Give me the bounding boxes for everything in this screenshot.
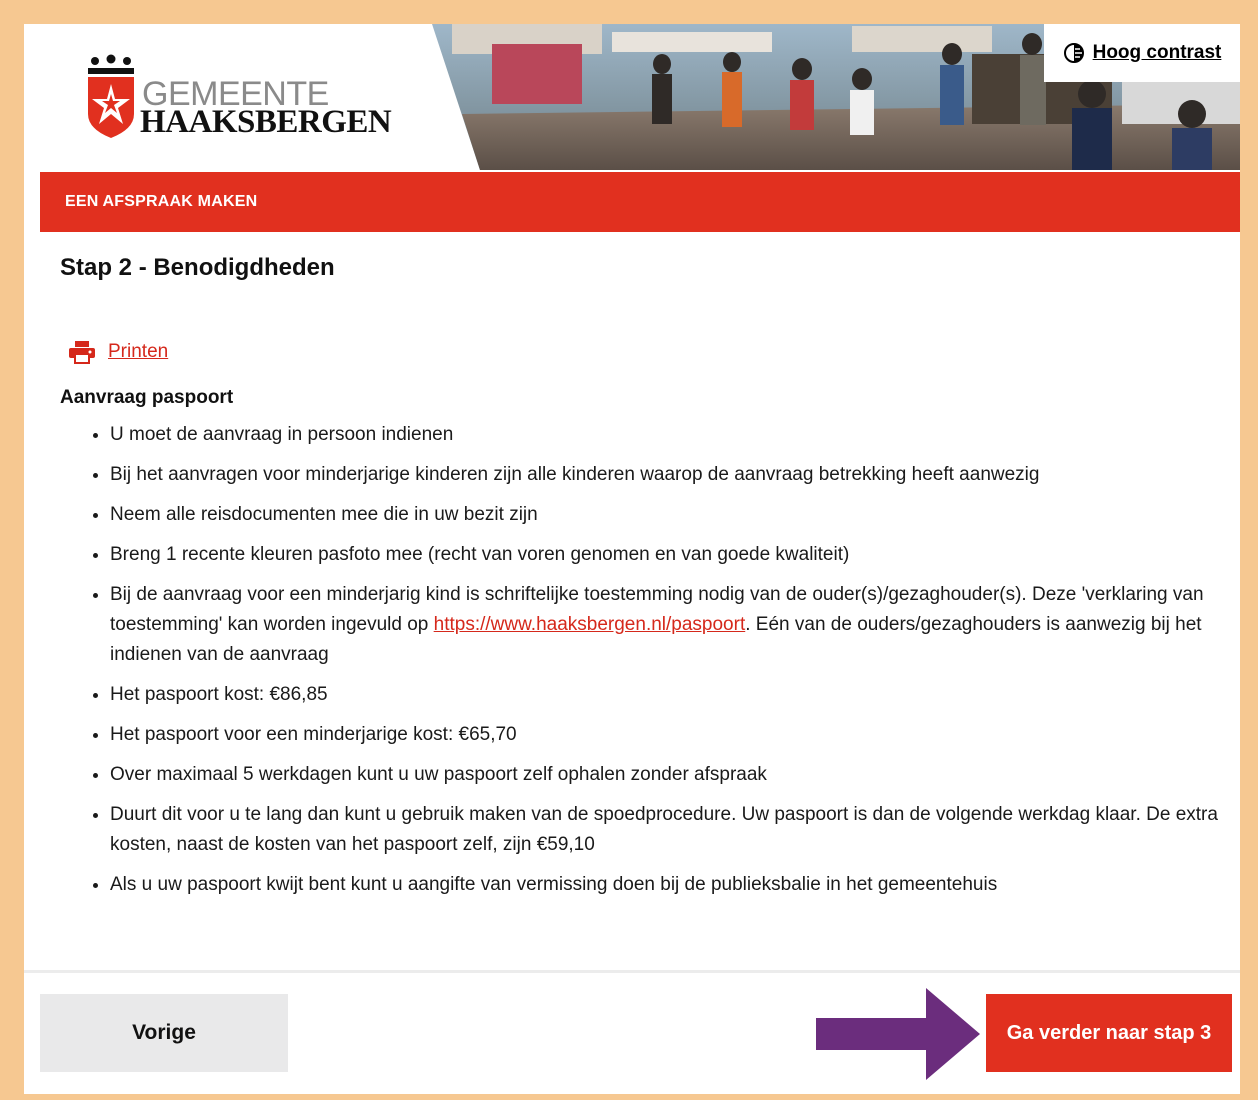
contrast-icon xyxy=(1063,43,1084,63)
list-item: Neem alle reisdocumenten mee die in uw b… xyxy=(110,500,1230,530)
list-item: Het paspoort voor een minderjarige kost:… xyxy=(110,720,1230,750)
printer-icon xyxy=(69,341,95,364)
banner-title: EEN AFSPRAAK MAKEN xyxy=(65,193,258,210)
logo-text-haaksbergen: HAAKSBERGEN xyxy=(140,104,392,140)
footer-divider xyxy=(24,970,1240,973)
contrast-link[interactable]: Hoog contrast xyxy=(1093,42,1222,64)
next-step-button[interactable]: Ga verder naar stap 3 xyxy=(986,994,1232,1072)
section-heading: Aanvraag paspoort xyxy=(60,387,234,408)
list-item: Als u uw paspoort kwijt bent kunt u aang… xyxy=(110,870,1230,900)
contrast-toggle[interactable]: Hoog contrast xyxy=(1044,24,1240,82)
list-item: Over maximaal 5 werkdagen kunt u uw pasp… xyxy=(110,760,1230,790)
requirements-list: U moet de aanvraag in persoon indienen B… xyxy=(84,420,1230,910)
page-frame: GEMEENTE HAAKSBERGEN Hoog contrast EEN A… xyxy=(24,24,1240,1094)
list-item: Breng 1 recente kleuren pasfoto mee (rec… xyxy=(110,540,1230,570)
list-item: U moet de aanvraag in persoon indienen xyxy=(110,420,1230,450)
print-action[interactable]: Printen xyxy=(68,340,168,364)
paspoort-link[interactable]: https://www.haaksbergen.nl/paspoort xyxy=(434,614,746,635)
list-item: Bij de aanvraag voor een minderjarig kin… xyxy=(110,580,1230,670)
print-link[interactable]: Printen xyxy=(108,341,168,363)
banner-bar: EEN AFSPRAAK MAKEN xyxy=(40,172,1240,232)
list-item: Duurt dit voor u te lang dan kunt u gebr… xyxy=(110,800,1230,860)
arrow-right-icon xyxy=(816,988,980,1080)
list-item: Bij het aanvragen voor minderjarige kind… xyxy=(110,460,1230,490)
list-item: Het paspoort kost: €86,85 xyxy=(110,680,1230,710)
page-title: Stap 2 - Benodigdheden xyxy=(60,254,335,281)
previous-button[interactable]: Vorige xyxy=(40,994,288,1072)
